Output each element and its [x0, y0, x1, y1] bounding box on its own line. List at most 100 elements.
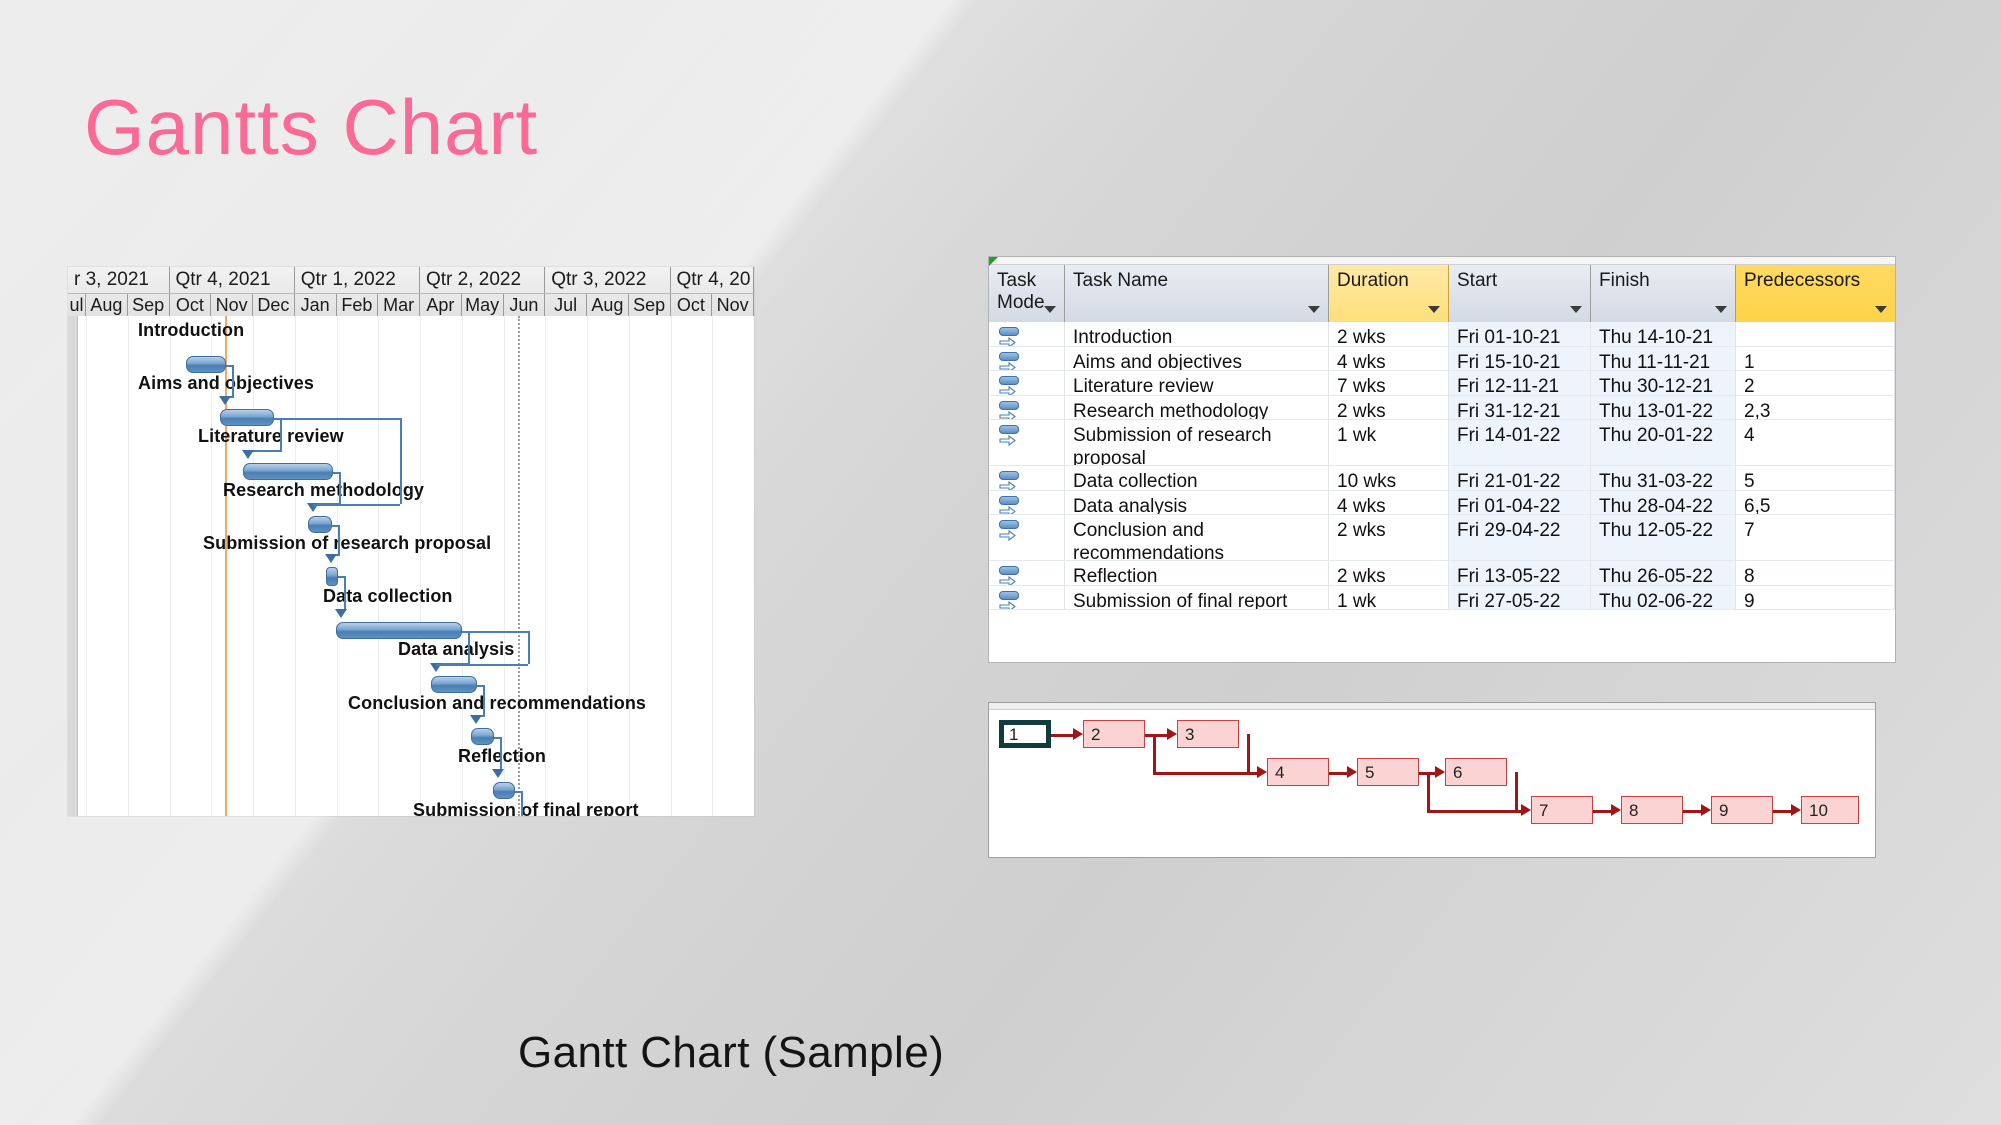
- table-row[interactable]: Conclusion and recommendations 2 wks Fri 2…: [989, 515, 1895, 561]
- table-row[interactable]: Data analysis 4 wks Fri 01-04-22 Thu 28-04-…: [989, 490, 1895, 515]
- network-node[interactable]: 1: [999, 720, 1051, 748]
- cell-finish[interactable]: Thu 02-06-22: [1591, 585, 1736, 609]
- cell-start[interactable]: Fri 12-11-21: [1449, 371, 1591, 395]
- cell-predecessors[interactable]: 6,5: [1736, 490, 1895, 514]
- cell-predecessors[interactable]: 7: [1736, 515, 1895, 560]
- cell-task-mode[interactable]: [989, 490, 1065, 514]
- column-header-predecessors[interactable]: Predecessors: [1736, 265, 1895, 322]
- column-header-start[interactable]: Start: [1449, 265, 1591, 322]
- cell-finish[interactable]: Thu 11-11-21: [1591, 346, 1736, 370]
- cell-task-mode[interactable]: [989, 515, 1065, 560]
- cell-start[interactable]: Fri 31-12-21: [1449, 395, 1591, 419]
- cell-task-name[interactable]: Submission of research proposal: [1065, 420, 1329, 465]
- cell-start[interactable]: Fri 27-05-22: [1449, 585, 1591, 609]
- table-row[interactable]: Aims and objectives 4 wks Fri 15-10-21 Thu …: [989, 346, 1895, 371]
- network-node[interactable]: 5: [1357, 758, 1419, 786]
- cell-task-mode[interactable]: [989, 420, 1065, 465]
- chevron-down-icon[interactable]: [1570, 306, 1582, 313]
- network-node[interactable]: 4: [1267, 758, 1329, 786]
- cell-task-name[interactable]: Submission of final report: [1065, 585, 1329, 609]
- cell-predecessors[interactable]: 1: [1736, 346, 1895, 370]
- cell-task-mode[interactable]: [989, 371, 1065, 395]
- cell-duration[interactable]: 1 wk: [1329, 585, 1449, 609]
- network-node[interactable]: 3: [1177, 720, 1239, 748]
- cell-duration[interactable]: 2 wks: [1329, 395, 1449, 419]
- table-row[interactable]: Introduction 2 wks Fri 01-10-21 Thu 14-10-2…: [989, 257, 1895, 347]
- cell-duration[interactable]: 2 wks: [1329, 561, 1449, 585]
- task-table[interactable]: Task Mode Task Name Duration Start Finis…: [988, 256, 1896, 663]
- cell-duration[interactable]: 7 wks: [1329, 371, 1449, 395]
- cell-predecessors[interactable]: 9: [1736, 585, 1895, 609]
- table-row[interactable]: Submission of final report 1 wk Fri 27-05-…: [989, 585, 1895, 610]
- gantt-bar[interactable]: [308, 516, 332, 533]
- network-node[interactable]: 9: [1711, 796, 1773, 824]
- cell-task-name[interactable]: Data collection: [1065, 466, 1329, 490]
- cell-finish[interactable]: Thu 26-05-22: [1591, 561, 1736, 585]
- cell-finish[interactable]: Thu 14-10-21: [1591, 322, 1736, 346]
- gantt-bar[interactable]: [220, 409, 274, 426]
- gantt-bar[interactable]: [493, 782, 515, 799]
- cell-start[interactable]: Fri 01-10-21: [989, 257, 1591, 346]
- cell-task-mode[interactable]: [989, 322, 1065, 346]
- cell-finish[interactable]: Thu 31-03-22: [1591, 466, 1736, 490]
- network-node[interactable]: 6: [1445, 758, 1507, 786]
- cell-duration[interactable]: 2 wks: [1329, 322, 1449, 346]
- cell-task-mode[interactable]: [989, 466, 1065, 490]
- table-row[interactable]: Research methodology 2 wks Fri 31-12-21 Thu…: [989, 395, 1895, 420]
- gantt-bar[interactable]: [431, 676, 477, 693]
- table-row[interactable]: Submission of research proposal 1 wk Fri 1…: [989, 420, 1895, 466]
- chevron-down-icon[interactable]: [1044, 306, 1056, 313]
- gantt-bar[interactable]: [336, 622, 462, 639]
- chevron-down-icon[interactable]: [1428, 306, 1440, 313]
- network-node[interactable]: 2: [1083, 720, 1145, 748]
- cell-task-name[interactable]: Literature review: [1065, 371, 1329, 395]
- cell-finish[interactable]: Thu 20-01-22: [1591, 420, 1736, 465]
- cell-start[interactable]: Fri 29-04-22: [1449, 515, 1591, 560]
- cell-start[interactable]: Fri 01-04-22: [1449, 490, 1591, 514]
- chevron-down-icon[interactable]: [1875, 306, 1887, 313]
- cell-start[interactable]: Fri 14-01-22: [1449, 420, 1591, 465]
- cell-task-mode[interactable]: [989, 346, 1065, 370]
- cell-duration[interactable]: 2 wks: [1329, 515, 1449, 560]
- cell-task-name[interactable]: Conclusion and recommendations: [1065, 515, 1329, 560]
- network-node[interactable]: 10: [1801, 796, 1859, 824]
- chevron-down-icon[interactable]: [1308, 306, 1320, 313]
- cell-task-mode[interactable]: [989, 395, 1065, 419]
- cell-start[interactable]: Fri 13-05-22: [1449, 561, 1591, 585]
- cell-finish[interactable]: Thu 12-05-22: [1591, 515, 1736, 560]
- cell-task-name[interactable]: Research methodology: [1065, 395, 1329, 419]
- network-diagram[interactable]: 1 2 3 4 5 6 7 8 9 10: [988, 702, 1876, 858]
- cell-predecessors[interactable]: [1736, 322, 1895, 346]
- cell-predecessors[interactable]: 2: [1736, 371, 1895, 395]
- cell-predecessors[interactable]: 5: [1736, 466, 1895, 490]
- table-row[interactable]: Reflection 2 wks Fri 13-05-22 Thu 26-05-22 8: [989, 561, 1895, 586]
- cell-start[interactable]: Fri 21-01-22: [1449, 466, 1591, 490]
- gantt-bar[interactable]: [186, 356, 226, 373]
- cell-task-name[interactable]: Data analysis: [1065, 490, 1329, 514]
- cell-task-name[interactable]: Reflection: [1065, 561, 1329, 585]
- cell-duration[interactable]: 10 wks: [1329, 466, 1449, 490]
- table-row[interactable]: Literature review 7 wks Fri 12-11-21 Thu 30…: [989, 371, 1895, 396]
- cell-finish[interactable]: Thu 28-04-22: [1591, 490, 1736, 514]
- cell-task-mode[interactable]: [989, 561, 1065, 585]
- cell-predecessors[interactable]: 8: [1736, 561, 1895, 585]
- cell-predecessors[interactable]: 2,3: [1736, 395, 1895, 419]
- network-node[interactable]: 8: [1621, 796, 1683, 824]
- gantt-bar[interactable]: [326, 567, 338, 586]
- cell-finish[interactable]: Thu 13-01-22: [1591, 395, 1736, 419]
- cell-predecessors[interactable]: 4: [1736, 420, 1895, 465]
- cell-task-name[interactable]: Aims and objectives: [1065, 346, 1329, 370]
- column-header-task-name[interactable]: Task Name: [1065, 265, 1329, 322]
- cell-finish[interactable]: Thu 30-12-21: [1591, 371, 1736, 395]
- cell-task-name[interactable]: Introduction: [1065, 322, 1329, 346]
- column-header-finish[interactable]: Finish: [1591, 265, 1736, 322]
- gantt-bar[interactable]: [471, 728, 494, 745]
- column-header-duration[interactable]: Duration: [1329, 265, 1449, 322]
- gantt-bar[interactable]: [243, 463, 333, 480]
- cell-duration[interactable]: 4 wks: [1329, 346, 1449, 370]
- cell-duration[interactable]: 1 wk: [1329, 420, 1449, 465]
- chevron-down-icon[interactable]: [1715, 306, 1727, 313]
- column-header-task-mode[interactable]: Task Mode: [989, 265, 1065, 322]
- network-node[interactable]: 7: [1531, 796, 1593, 824]
- cell-duration[interactable]: 4 wks: [1329, 490, 1449, 514]
